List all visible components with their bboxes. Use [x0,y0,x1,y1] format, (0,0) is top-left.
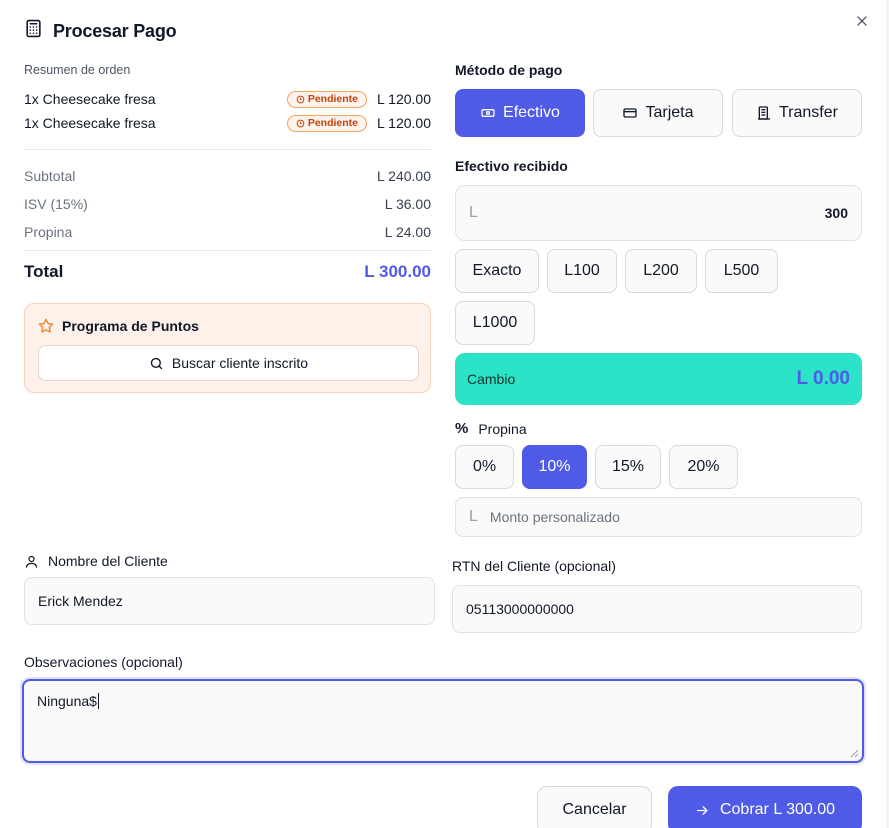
order-item-price: L 120.00 [377,115,431,131]
subtotal-row: Subtotal L 240.00 [24,166,431,186]
custom-tip-placeholder: Monto personalizado [489,509,620,525]
isv-value: L 36.00 [384,196,431,212]
order-item-name: 1x Cheesecake fresa [24,91,156,107]
close-icon[interactable] [852,11,872,31]
cash-received-label: Efectivo recibido [455,158,568,174]
search-customer-label: Buscar cliente inscrito [171,355,309,371]
tip-option-10-button[interactable]: 10% [522,445,587,489]
dialog-title: Procesar Pago [53,20,177,41]
percent-icon: % [455,420,469,437]
tip-row: Propina L 24.00 [24,222,431,242]
quick-amount-exact-button[interactable]: Exacto [455,249,539,293]
tip-option-15-button[interactable]: 15% [595,445,661,489]
quick-amount-l1000-button[interactable]: L1000 [455,301,535,345]
bank-icon [758,106,770,120]
clock-icon [296,119,305,127]
cash-received-input[interactable]: L 300 [455,185,862,241]
star-icon [38,318,54,333]
tip-option-20-button[interactable]: 20% [669,445,738,489]
credit-card-icon [623,108,638,118]
total-label: Total [24,262,64,281]
payment-method-cash-label: Efectivo [503,104,560,121]
order-item: 1x Cheesecake fresa Pendiente L 120.00 [24,89,431,109]
rtn-value: 05113000000000 [466,601,574,617]
payment-method-transfer[interactable]: Transfer [732,89,862,137]
search-customer-button[interactable]: Buscar cliente inscrito [38,345,419,381]
payment-method-label: Método de pago [455,62,563,78]
order-summary-label: Resumen de orden [24,63,131,77]
charge-button[interactable]: Cobrar L 300.00 [668,786,862,828]
change-label: Cambio [467,371,516,387]
quick-amount-l500-button[interactable]: L500 [705,249,778,293]
subtotal-value: L 240.00 [377,168,431,184]
customer-name-label-row: Nombre del Cliente [24,553,168,569]
tip-summary-label: Propina [24,224,73,240]
payment-method-cash[interactable]: Efectivo [455,89,585,137]
points-program-header: Programa de Puntos [38,318,199,334]
subtotal-label: Subtotal [24,168,76,184]
quick-amount-l200-button[interactable]: L200 [625,249,697,293]
custom-tip-input[interactable]: L Monto personalizado [455,497,862,537]
customer-name-value: Erick Mendez [38,593,123,609]
quick-amount-l100-button[interactable]: L100 [547,249,617,293]
order-item-price: L 120.00 [377,91,431,107]
cancel-button[interactable]: Cancelar [537,786,652,828]
user-icon [25,555,38,568]
dialog-header: Procesar Pago [24,18,177,44]
payment-dialog: Procesar Pago Resumen de orden 1x Cheese… [0,0,889,828]
status-badge-label: Pendiente [307,117,359,129]
notes-textarea[interactable]: Ninguna$ [22,679,864,763]
notes-value: Ninguna$ [37,693,97,709]
change-display: Cambio L 0.00 [455,353,862,405]
change-value: L 0.00 [796,368,850,389]
payment-method-card[interactable]: Tarjeta [593,89,723,137]
calculator-icon [24,19,43,43]
divider [24,250,431,251]
customer-name-label: Nombre del Cliente [48,553,168,569]
divider [24,149,431,150]
notes-label: Observaciones (opcional) [24,654,183,670]
text-caret [97,693,99,709]
order-item: 1x Cheesecake fresa Pendiente L 120.00 [24,113,431,133]
order-item-name: 1x Cheesecake fresa [24,115,156,131]
rtn-label: RTN del Cliente (opcional) [452,558,616,574]
tip-label: Propina [478,420,527,437]
status-badge: Pendiente [286,90,368,108]
tip-option-0-button[interactable]: 0% [455,445,514,489]
custom-tip-prefix: L [469,508,478,525]
charge-button-label: Cobrar L 300.00 [719,801,836,818]
arrow-right-icon [696,805,708,815]
resize-handle-icon[interactable] [849,748,859,758]
status-badge: Pendiente [286,114,368,132]
payment-method-card-label: Tarjeta [645,104,694,121]
status-badge-label: Pendiente [307,93,359,105]
tip-section-label: % Propina [455,420,527,437]
tip-summary-value: L 24.00 [384,224,431,240]
search-icon [150,357,163,369]
cash-received-value: 300 [824,205,848,221]
customer-name-input[interactable]: Erick Mendez [24,577,435,625]
points-program-title: Programa de Puntos [62,318,199,334]
clock-icon [296,95,305,103]
total-value: L 300.00 [364,262,431,281]
currency-prefix: L [469,204,478,221]
payment-method-transfer-label: Transfer [779,104,838,121]
banknote-icon [481,109,495,117]
isv-label: ISV (15%) [24,196,88,212]
total-row: Total L 300.00 [24,259,431,285]
rtn-input[interactable]: 05113000000000 [452,585,862,633]
isv-row: ISV (15%) L 36.00 [24,194,431,214]
points-program-card: Programa de Puntos Buscar cliente inscri… [24,303,431,393]
cancel-button-label: Cancelar [562,801,627,818]
